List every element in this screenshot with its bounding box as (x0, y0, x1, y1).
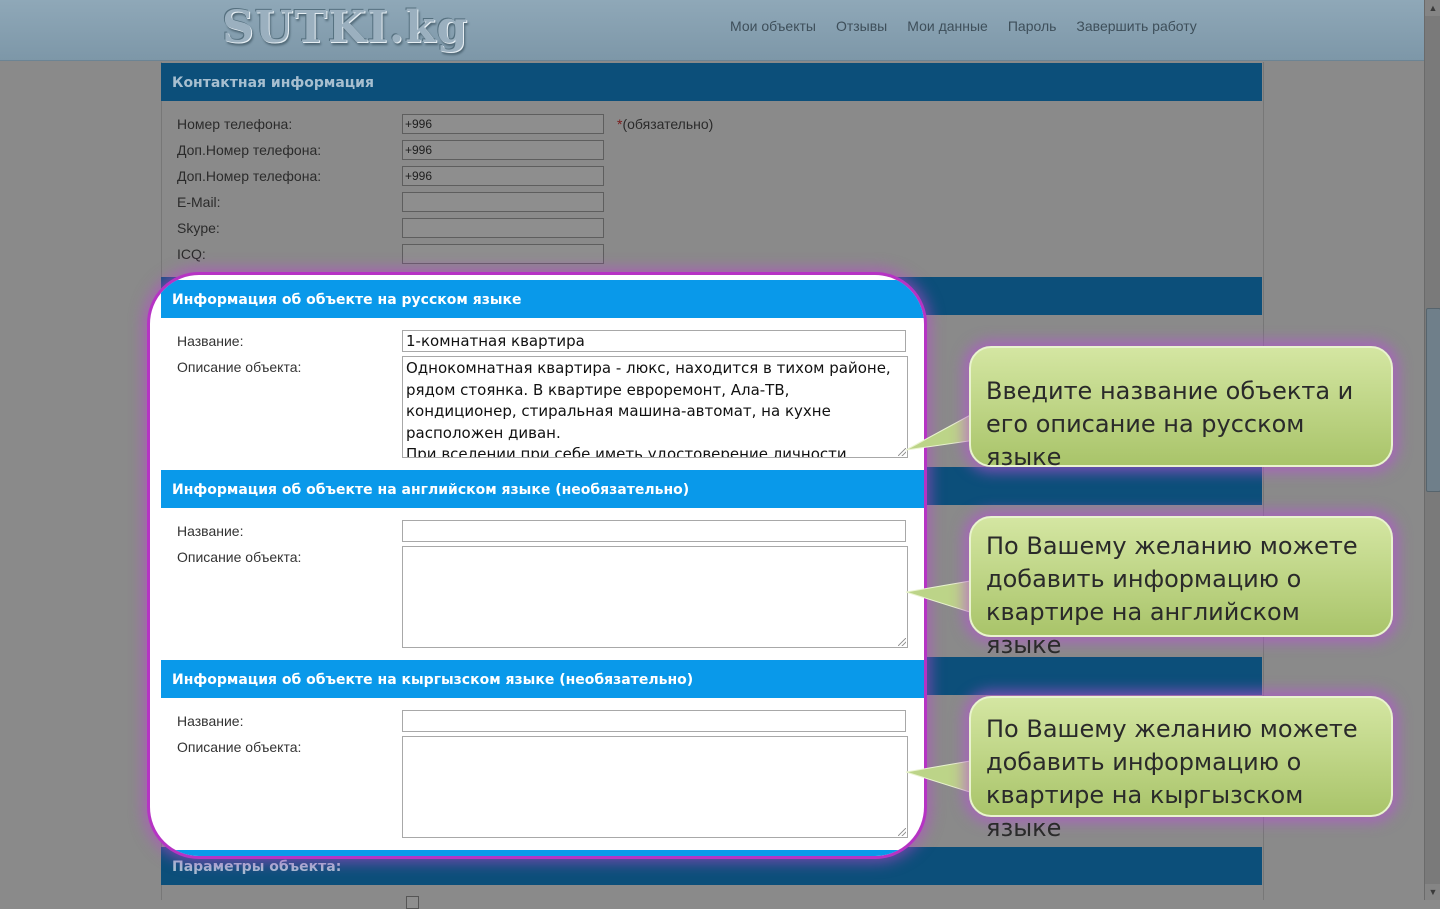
phone-input[interactable]: +996 (402, 114, 604, 134)
highlighted-panel: Информация об объекте на русском языке Н… (147, 272, 927, 859)
en-name-input[interactable] (402, 520, 906, 542)
callout-kg: По Вашему желанию можете добавить информ… (969, 696, 1393, 842)
ru-desc-text: Однокомнатная квартира - люкс, находится… (406, 359, 891, 458)
kg-desc-textarea[interactable] (402, 736, 908, 838)
email-input[interactable] (402, 192, 604, 212)
en-section-header: Информация об объекте на английском язык… (161, 470, 924, 508)
en-desc-textarea[interactable] (402, 546, 908, 648)
phone3-label: Доп.Номер телефона: (177, 168, 322, 184)
scroll-down-arrow-icon[interactable]: ▼ (1425, 884, 1440, 900)
required-text: (обязательно) (622, 116, 714, 132)
ru-name-label: Название: (177, 333, 244, 349)
params-checkbox[interactable] (406, 896, 419, 909)
kg-name-label: Название: (177, 713, 244, 729)
ru-desc-textarea[interactable]: Однокомнатная квартира - люкс, находится… (402, 356, 908, 458)
phone-label: Номер телефона: (177, 116, 293, 132)
resize-grip-icon[interactable] (898, 638, 906, 646)
kg-section-header: Информация об объекте на кыргызском язык… (161, 660, 924, 698)
kg-desc-label: Описание объекта: (177, 739, 302, 755)
site-logo[interactable]: SUTKI.kg (222, 2, 468, 53)
ru-section-header: Информация об объекте на русском языке (161, 280, 924, 318)
phone2-label: Доп.Номер телефона: (177, 142, 322, 158)
nav-my-data[interactable]: Мои данные (897, 18, 998, 34)
callout-ru: Введите название объекта и его описание … (969, 346, 1393, 471)
nav-reviews[interactable]: Отзывы (826, 18, 897, 34)
en-desc-label: Описание объекта: (177, 549, 302, 565)
en-name-label: Название: (177, 523, 244, 539)
ru-desc-label: Описание объекта: (177, 359, 302, 375)
top-navigation: Мои объекты Отзывы Мои данные Пароль Зав… (720, 18, 1207, 34)
email-label: E-Mail: (177, 194, 221, 210)
ru-name-input[interactable]: 1-комнатная квартира (402, 330, 906, 352)
top-header: SUTKI.kg Мои объекты Отзывы Мои данные П… (0, 0, 1424, 61)
icq-label: ICQ: (177, 246, 206, 262)
nav-logout[interactable]: Завершить работу (1066, 18, 1206, 34)
resize-grip-icon[interactable] (898, 828, 906, 836)
contact-section-header: Контактная информация (161, 63, 1262, 101)
skype-label: Skype: (177, 220, 220, 236)
icq-input[interactable] (402, 244, 604, 264)
skype-input[interactable] (402, 218, 604, 238)
nav-my-objects[interactable]: Мои объекты (720, 18, 826, 34)
phone3-input[interactable]: +996 (402, 166, 604, 186)
kg-name-input[interactable] (402, 710, 906, 732)
params-header-strip (161, 850, 924, 856)
callout-en: По Вашему желанию можете добавить информ… (969, 516, 1393, 659)
required-note: *(обязательно) (617, 116, 713, 132)
page-scrollbar[interactable]: ▲ ▼ (1424, 0, 1440, 900)
nav-password[interactable]: Пароль (998, 18, 1067, 34)
phone2-input[interactable]: +996 (402, 140, 604, 160)
scroll-thumb[interactable] (1426, 308, 1440, 492)
scroll-up-arrow-icon[interactable]: ▲ (1425, 0, 1440, 16)
